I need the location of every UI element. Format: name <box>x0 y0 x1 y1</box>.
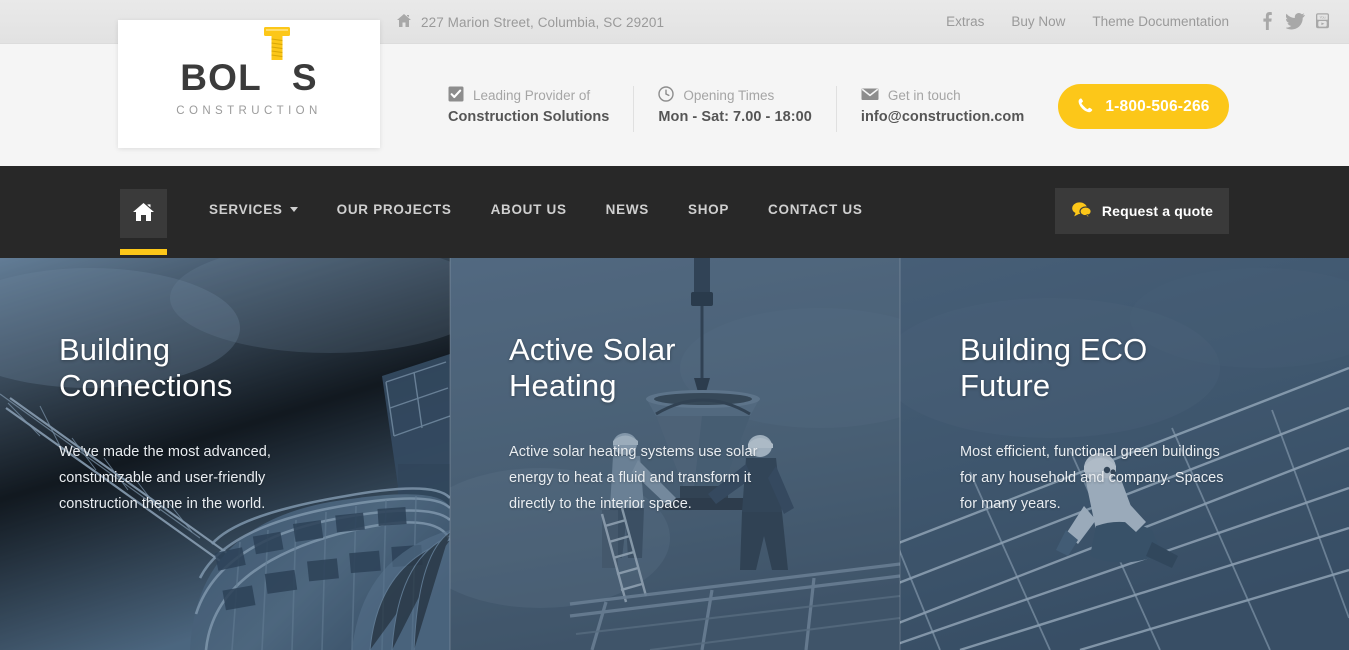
envelope-icon <box>861 87 879 104</box>
panel-divider <box>899 258 901 650</box>
divider <box>835 86 837 132</box>
phone-button[interactable]: 1-800-506-266 <box>1058 84 1229 129</box>
info-value: Mon - Sat: 7.00 - 18:00 <box>658 109 812 125</box>
info-value: info@construction.com <box>860 109 1025 125</box>
phone-number: 1-800-506-266 <box>1105 97 1210 115</box>
topbar-links: Extras Buy Now Theme Documentation <box>946 14 1229 29</box>
bolt-screw-icon <box>262 26 292 90</box>
nav-item-about-us[interactable]: ABOUT US <box>491 202 567 217</box>
hero-panel-text: Building Connections We've made the most… <box>59 332 329 517</box>
divider <box>633 86 635 132</box>
nav-item-label: CONTACT US <box>768 202 863 217</box>
clock-icon <box>658 85 675 105</box>
hero-panel-building-connections[interactable]: Building Connections We've made the most… <box>0 258 450 650</box>
address-block: 227 Marion Street, Columbia, SC 29201 <box>396 13 664 31</box>
topbar-link-extras[interactable]: Extras <box>946 14 984 29</box>
nav-item-label: SHOP <box>687 202 730 217</box>
nav-item-services[interactable]: SERVICES <box>209 202 298 217</box>
info-top-row: Opening Times <box>658 85 811 105</box>
hero-panel-active-solar-heating[interactable]: Active Solar Heating Active solar heatin… <box>450 258 900 650</box>
topbar-link-theme-documentation[interactable]: Theme Documentation <box>1092 14 1229 29</box>
hero-panel-text: Active Solar Heating Active solar heatin… <box>509 332 779 517</box>
speech-bubble-icon <box>1071 201 1092 221</box>
hero-panel-title: Building ECO Future <box>960 332 1148 403</box>
nav-item-label: ABOUT US <box>490 202 567 217</box>
logo-text-after: S <box>291 56 318 98</box>
nav-item-contact-us[interactable]: CONTACT US <box>768 202 863 217</box>
hero-panel-title: Active Solar Heating <box>509 332 676 403</box>
chevron-down-icon <box>289 207 298 212</box>
nav-item-our-projects[interactable]: OUR PROJECTS <box>337 202 452 217</box>
facebook-icon[interactable] <box>1258 11 1275 31</box>
topbar-link-buy-now[interactable]: Buy Now <box>1011 14 1065 29</box>
info-label: Opening Times <box>683 87 775 103</box>
hero-panel-description: Most efficient, functional green buildin… <box>960 443 1224 512</box>
nav-active-indicator <box>120 249 167 255</box>
hero-panel-description: Active solar heating systems use solar e… <box>509 443 758 512</box>
info-block-opening-times: Opening Times Mon - Sat: 7.00 - 18:00 <box>658 85 812 125</box>
info-block-leading-provider: Leading Provider of Construction Solutio… <box>448 86 609 125</box>
twitter-icon[interactable] <box>1285 11 1305 30</box>
info-label: Get in touch <box>887 87 961 103</box>
phone-icon <box>1077 97 1094 117</box>
info-top-row: Leading Provider of <box>448 86 609 104</box>
request-quote-button[interactable]: Request a quote <box>1055 188 1229 234</box>
info-blocks: Leading Provider of Construction Solutio… <box>448 85 1025 132</box>
logo[interactable]: BOL S CONSTRUCTION <box>118 20 380 148</box>
logo-text-before: BOL <box>180 56 262 98</box>
nav-item-label: NEWS <box>605 202 649 217</box>
info-block-get-in-touch: Get in touch info@construction.com <box>860 86 1025 126</box>
request-quote-label: Request a quote <box>1101 203 1214 219</box>
hero-slider: Building Connections We've made the most… <box>0 258 1349 650</box>
nav-item-label: SERVICES <box>209 202 283 217</box>
logo-wordmark: BOL S <box>180 26 318 98</box>
youtube-icon[interactable]: You <box>1314 11 1331 30</box>
hero-panel-description: We've made the most advanced, constumiza… <box>59 443 271 512</box>
social-links: You <box>1258 11 1331 31</box>
check-square-icon <box>448 86 464 105</box>
nav-home-button[interactable] <box>120 189 167 238</box>
nav-item-shop[interactable]: SHOP <box>688 202 729 217</box>
panel-divider <box>449 258 451 650</box>
info-value: Construction Solutions <box>448 109 610 125</box>
info-label: Leading Provider of <box>473 87 591 103</box>
hero-panel-title: Building Connections <box>59 332 233 403</box>
hero-panel-building-eco-future[interactable]: Building ECO Future Most efficient, func… <box>900 258 1349 650</box>
info-top-row: Get in touch <box>861 86 1024 104</box>
home-icon <box>396 13 412 31</box>
nav-item-news[interactable]: NEWS <box>606 202 649 217</box>
hero-panel-text: Building ECO Future Most efficient, func… <box>960 332 1230 517</box>
nav-items: SERVICES OUR PROJECTS ABOUT US NEWS SHOP… <box>209 202 863 217</box>
nav-item-label: OUR PROJECTS <box>336 202 452 217</box>
home-icon <box>132 201 155 227</box>
svg-text:You: You <box>1319 16 1325 20</box>
logo-subtitle: CONSTRUCTION <box>176 104 322 117</box>
address-text: 227 Marion Street, Columbia, SC 29201 <box>421 14 665 30</box>
